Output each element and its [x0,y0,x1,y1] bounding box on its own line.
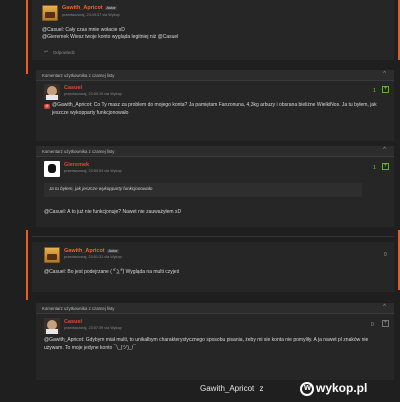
thread-accent-bar [26,230,28,300]
reply-button[interactable]: Odpowiedz [53,50,75,55]
quote-block: Ja tu byłem, jak jeszcze wykopparty funk… [44,183,362,197]
comment-author[interactable]: Casuel [64,85,82,91]
plus-vote-button[interactable]: + [382,86,389,93]
wykop-logo-text: wykop.pl [316,381,368,395]
blacklist-header[interactable]: Komentarz użytkownika z czarnej listy ^ [36,303,394,314]
footer-separator: z [259,384,264,393]
reply-indicator-icon: @ [44,104,50,109]
comment-author[interactable]: Casuel [64,319,82,325]
blacklist-header[interactable]: Komentarz użytkownika z czarnej listy ^ [36,70,394,81]
vote-count: 0 [384,252,387,258]
chevron-up-icon[interactable]: ^ [383,304,386,310]
chevron-up-icon[interactable]: ^ [383,71,386,77]
comment-text: @Gawith_Apricot: Gdybym miał multi, to u… [44,337,369,351]
comment-text: @Casuel: Bo jest podejrzane ( ͡° ͜ʖ ͡°) … [44,269,180,275]
comment-meta: przedwczoraj, 23:57:39 via Wykop [64,326,122,330]
blacklist-header-text: Komentarz użytkownika z czarnej listy [42,149,115,154]
avatar[interactable] [42,5,58,21]
comment-author[interactable]: Gawith_Apricot [64,248,105,254]
comment-meta: przedwczoraj, 23:49:37 via Wykop [62,13,120,17]
blacklist-header-text: Komentarz użytkownika z czarnej listy [42,306,115,311]
wykop-logo: wykop.pl [300,381,396,397]
avatar[interactable] [44,247,60,263]
avatar[interactable] [44,161,60,177]
thread-accent-bar [26,0,28,74]
author-badge: Autor [107,248,120,253]
reply-icon: ↩ [44,49,49,55]
comment-author[interactable]: Gawith_Apricot [62,5,103,11]
wykop-logo-icon [300,382,314,396]
footer-username: Gawith_Apricot [200,384,255,393]
comment-text: @Gawith_Apricot: Co Ty masz za problem d… [52,102,377,116]
author-badge: Autor [105,5,118,10]
comment-line: @Gieremek Wiesz twoje konto wygląda legi… [42,34,179,40]
plus-vote-button[interactable]: + [382,163,389,170]
avatar[interactable] [44,84,60,100]
comment-meta: przedwczoraj, 23:50:53 via Wykop [64,169,122,173]
divider [32,236,394,237]
footer-caption: Gawith_Apricot z [200,384,263,393]
vote-count: 0 [371,322,374,328]
vote-count: 1 [373,88,376,94]
comment-text: @Casuel: A to już nie funkcjonuje? Nawet… [44,209,182,215]
chevron-up-icon[interactable]: ^ [383,147,386,153]
comment-meta: przedwczoraj, 23:51:31 via Wykop [64,255,122,259]
blacklist-header[interactable]: Komentarz użytkownika z czarnej listy ^ [36,146,394,157]
vote-count: 1 [373,165,376,171]
avatar[interactable] [44,318,60,334]
plus-vote-button[interactable]: + [382,320,389,327]
blacklist-header-text: Komentarz użytkownika z czarnej listy [42,73,115,78]
comment-author[interactable]: Gieremek [64,162,89,168]
comment-meta: przedwczoraj, 23:50:19 via Wykop [64,92,122,96]
